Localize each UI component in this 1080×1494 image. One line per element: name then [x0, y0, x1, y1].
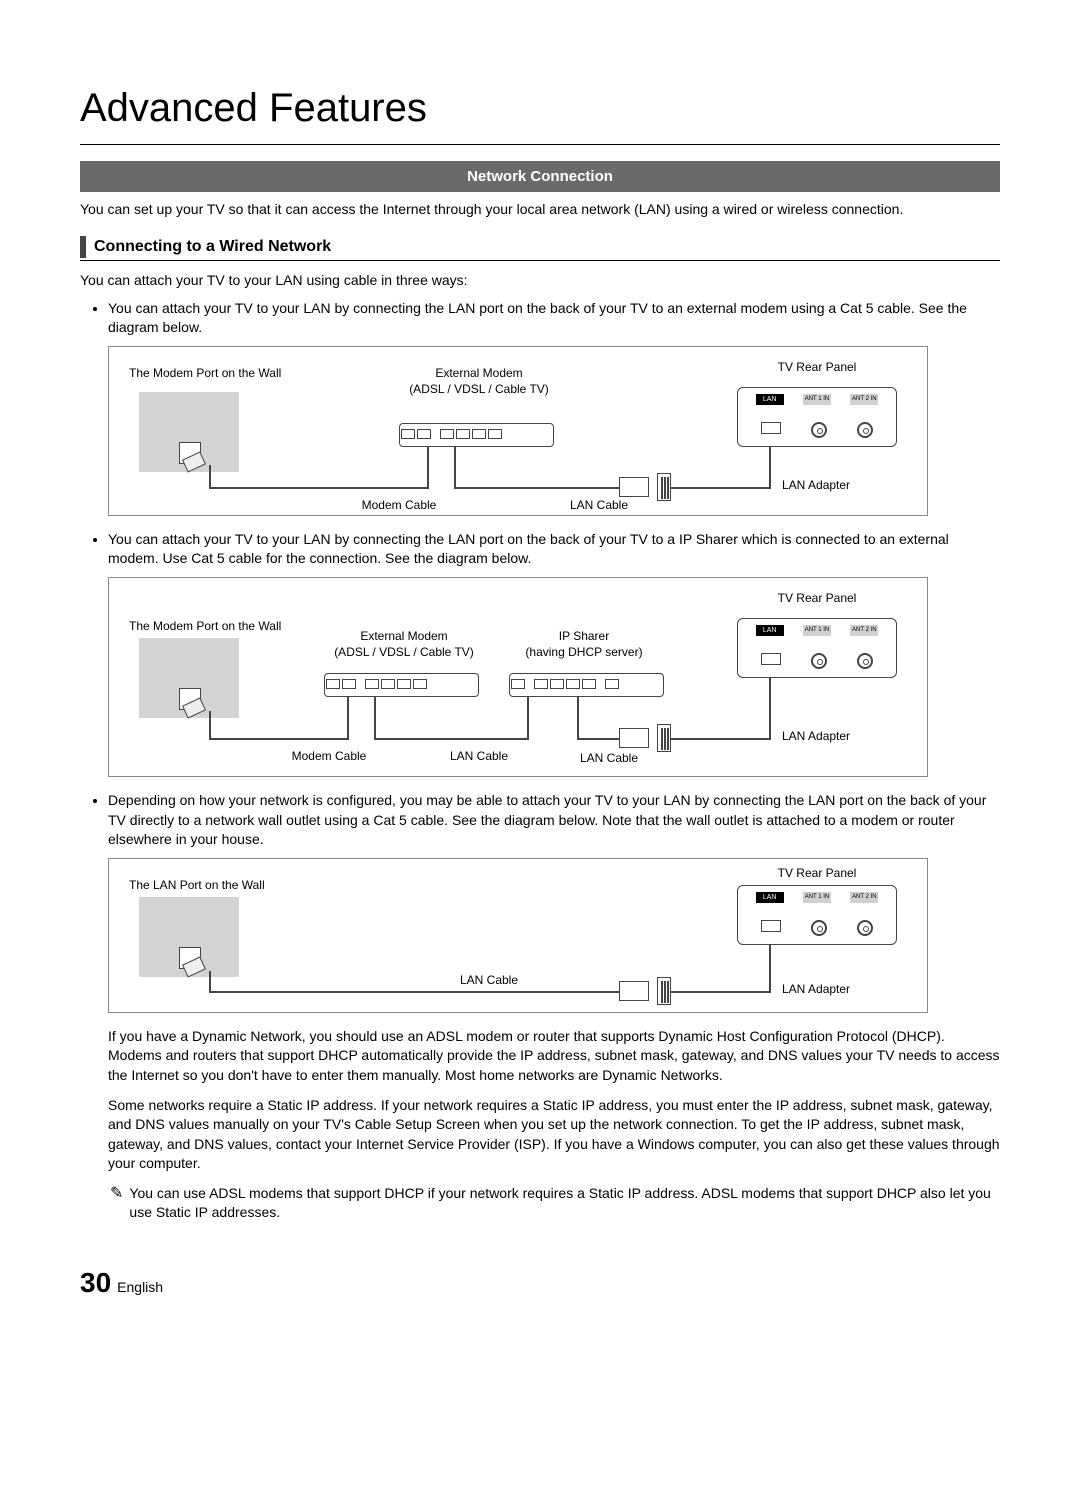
- hdmi-port-icon: [761, 422, 781, 434]
- bullet-item: You can attach your TV to your LAN by co…: [108, 530, 1000, 569]
- intro-text: You can set up your TV so that it can ac…: [80, 200, 1000, 220]
- wall-port-icon: [179, 688, 201, 710]
- tv-rear-panel-icon: LAN ANT 1 IN ANT 2 IN: [737, 618, 897, 678]
- coax-port-icon: [857, 422, 873, 438]
- note-icon: ✎: [110, 1183, 123, 1223]
- plug-icon: [619, 728, 649, 748]
- label-lan-adapter: LAN Adapter: [782, 981, 882, 998]
- note-block: ✎ You can use ADSL modems that support D…: [110, 1184, 1000, 1223]
- wall-port-icon: [179, 947, 201, 969]
- diagram-3: The LAN Port on the Wall TV Rear Panel L…: [108, 858, 928, 1013]
- lan-adapter-icon: [657, 473, 671, 501]
- lan-port-label: LAN: [756, 892, 784, 903]
- label-lan-cable: LAN Cable: [539, 497, 659, 514]
- label-modem-cable: Modem Cable: [269, 748, 389, 765]
- coax-port-icon: [811, 422, 827, 438]
- ant-label: ANT 1 IN: [803, 892, 831, 903]
- lan-adapter-icon: [657, 724, 671, 752]
- label-tv-rear: TV Rear Panel: [737, 590, 897, 607]
- coax-port-icon: [857, 920, 873, 936]
- modem-icon: [324, 673, 479, 697]
- label-external-modem-sub: (ADSL / VDSL / Cable TV): [314, 644, 494, 661]
- rule: [80, 260, 1000, 261]
- label-ip-sharer: IP Sharer: [509, 628, 659, 645]
- page-language: English: [117, 1278, 163, 1298]
- hdmi-port-icon: [761, 920, 781, 932]
- label-modem-cable: Modem Cable: [339, 497, 459, 514]
- label-lan-cable: LAN Cable: [559, 750, 659, 767]
- note-text: You can use ADSL modems that support DHC…: [129, 1184, 1000, 1223]
- ant-label: ANT 2 IN: [850, 394, 878, 405]
- outro-para-2: Some networks require a Static IP addres…: [108, 1096, 1000, 1174]
- diagram-2: The Modem Port on the Wall External Mode…: [108, 577, 928, 777]
- label-lan-port-wall: The LAN Port on the Wall: [129, 877, 309, 894]
- bullet-list: You can attach your TV to your LAN by co…: [80, 299, 1000, 338]
- tv-rear-panel-icon: LAN ANT 1 IN ANT 2 IN: [737, 387, 897, 447]
- diagram-1: The Modem Port on the Wall External Mode…: [108, 346, 928, 516]
- ant-label: ANT 1 IN: [803, 394, 831, 405]
- outro-para-1: If you have a Dynamic Network, you shoul…: [108, 1027, 1000, 1086]
- wall-port-icon: [179, 442, 201, 464]
- section-banner: Network Connection: [80, 161, 1000, 192]
- label-modem-port-wall: The Modem Port on the Wall: [129, 618, 309, 635]
- label-lan-adapter: LAN Adapter: [782, 728, 882, 745]
- page-footer: 30 English: [80, 1263, 1000, 1302]
- label-ip-sharer-sub: (having DHCP server): [509, 644, 659, 661]
- subsection-heading: Connecting to a Wired Network: [80, 236, 1000, 258]
- bullet-item: You can attach your TV to your LAN by co…: [108, 299, 1000, 338]
- modem-icon: [399, 423, 554, 447]
- label-lan-cable: LAN Cable: [429, 748, 529, 765]
- bullet-list: Depending on how your network is configu…: [80, 791, 1000, 850]
- plug-icon: [619, 981, 649, 1001]
- label-external-modem: External Modem: [314, 628, 494, 645]
- tv-rear-panel-icon: LAN ANT 1 IN ANT 2 IN: [737, 885, 897, 945]
- ant-label: ANT 2 IN: [850, 625, 878, 636]
- hdmi-port-icon: [761, 653, 781, 665]
- label-lan-adapter: LAN Adapter: [782, 477, 882, 494]
- label-external-modem-sub: (ADSL / VDSL / Cable TV): [389, 381, 569, 398]
- bullet-list: You can attach your TV to your LAN by co…: [80, 530, 1000, 569]
- ip-sharer-icon: [509, 673, 664, 697]
- coax-port-icon: [811, 920, 827, 936]
- ant-label: ANT 1 IN: [803, 625, 831, 636]
- label-external-modem: External Modem: [389, 365, 569, 382]
- lan-port-label: LAN: [756, 394, 784, 405]
- page-title: Advanced Features: [80, 80, 1000, 145]
- label-modem-port-wall: The Modem Port on the Wall: [129, 365, 309, 382]
- coax-port-icon: [811, 653, 827, 669]
- lead-in-text: You can attach your TV to your LAN using…: [80, 271, 1000, 291]
- page-number: 30: [80, 1263, 111, 1302]
- label-tv-rear: TV Rear Panel: [737, 359, 897, 376]
- bullet-item: Depending on how your network is configu…: [108, 791, 1000, 850]
- ant-label: ANT 2 IN: [850, 892, 878, 903]
- lan-adapter-icon: [657, 977, 671, 1005]
- label-tv-rear: TV Rear Panel: [737, 865, 897, 882]
- lan-port-label: LAN: [756, 625, 784, 636]
- coax-port-icon: [857, 653, 873, 669]
- label-lan-cable: LAN Cable: [429, 972, 549, 989]
- plug-icon: [619, 477, 649, 497]
